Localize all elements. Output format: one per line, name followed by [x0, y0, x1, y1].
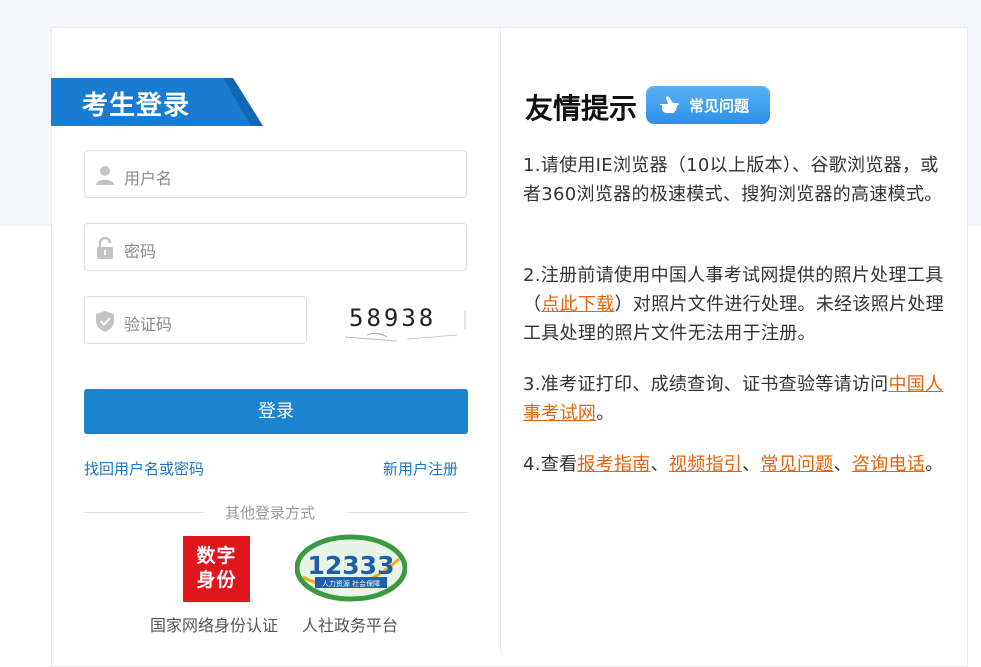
tips-title: 友情提示 [525, 92, 638, 125]
password-field[interactable]: 密码 [84, 223, 467, 271]
renshe-logo-subtext: 人力资源 社会保障 [322, 579, 380, 588]
tip-item-3-post: 。 [596, 403, 615, 424]
faq-badge-label: 常见问题 [689, 97, 750, 115]
user-icon [96, 166, 114, 185]
tip-item-2: 2.注册前请使用中国人事考试网提供的照片处理工具（点此下载）对照片文件进行处理。… [523, 261, 951, 348]
renshe-12333-logo[interactable]: 12333 人力资源 社会保障 [295, 533, 407, 603]
username-field[interactable]: 用户名 [84, 150, 467, 198]
renshe-logo-number: 12333 [308, 551, 395, 580]
tip-item-4-post: 。 [925, 454, 944, 475]
digital-identity-caption[interactable]: 国家网络身份认证 [150, 612, 278, 636]
other-login-label: 其他登录方式 [225, 504, 316, 522]
shield-icon [96, 311, 114, 332]
video-guide-link[interactable]: 视频指引 [669, 454, 742, 475]
tip-item-4: 4.查看报考指南、视频指引、常见问题、咨询电话。 [523, 450, 951, 479]
login-button[interactable]: 登录 [84, 389, 468, 434]
captcha-image[interactable]: 58938 [337, 297, 468, 343]
digital-identity-logo-text: 数字 身份 [196, 545, 237, 591]
panel-divider [500, 28, 501, 654]
tip-separator: 、 [650, 454, 669, 475]
captcha-text: 58938 [349, 304, 436, 332]
tip-item-4-pre: 4.查看 [523, 454, 578, 475]
username-placeholder: 用户名 [124, 169, 173, 188]
tip-item-3-pre: 3.准考证打印、成绩查询、证书查验等请访问 [523, 374, 889, 395]
tip-item-1: 1.请使用IE浏览器（10以上版本）、谷歌浏览器，或者360浏览器的极速模式、搜… [523, 151, 951, 209]
pointing-hand-icon [660, 96, 679, 113]
lock-icon [97, 237, 113, 259]
login-title: 考生登录 [82, 91, 191, 121]
digital-identity-logo[interactable]: 数字 身份 [183, 536, 250, 602]
tip-separator: 、 [833, 454, 852, 475]
faq-link[interactable]: 常见问题 [760, 454, 833, 475]
captcha-placeholder: 验证码 [124, 315, 173, 334]
faq-badge-button[interactable]: 常见问题 [646, 86, 770, 124]
renshe-platform-caption[interactable]: 人社政务平台 [302, 612, 398, 636]
exam-guide-link[interactable]: 报考指南 [577, 454, 650, 475]
photo-tool-download-link[interactable]: 点此下载 [541, 294, 614, 315]
password-placeholder: 密码 [124, 242, 157, 261]
contact-phone-link[interactable]: 咨询电话 [852, 454, 925, 475]
other-login-divider-left [84, 512, 204, 513]
captcha-field[interactable]: 验证码 [84, 296, 307, 344]
register-link[interactable]: 新用户注册 [383, 458, 458, 479]
tip-item-3: 3.准考证打印、成绩查询、证书查验等请访问中国人事考试网。 [523, 370, 951, 428]
tip-item-1-text: 1.请使用IE浏览器（10以上版本）、谷歌浏览器，或者360浏览器的极速模式、搜… [523, 155, 943, 205]
tip-separator: 、 [742, 454, 761, 475]
other-login-divider-right [347, 512, 468, 513]
recover-account-link[interactable]: 找回用户名或密码 [84, 458, 204, 479]
